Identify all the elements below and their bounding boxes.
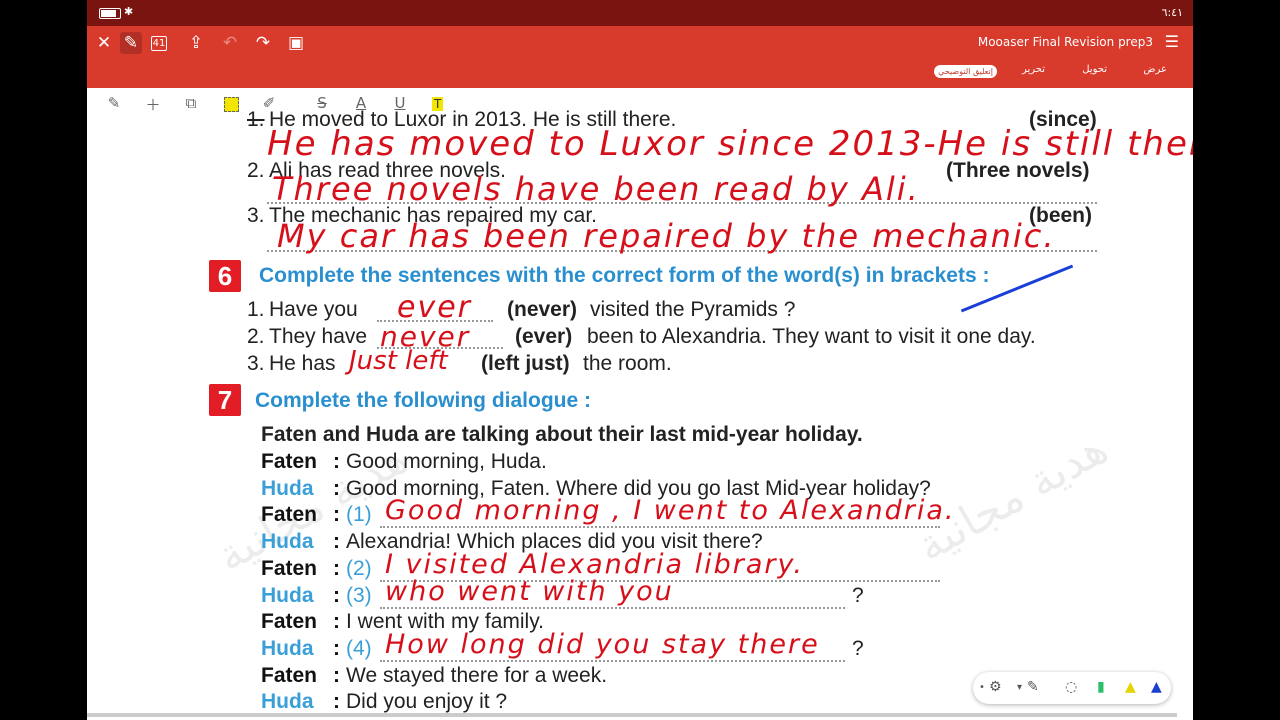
battery-icon [99, 8, 121, 19]
ex5-line3-answer: My car has been repaired by the mechanic… [277, 217, 1056, 255]
app-bar: ✕ ✎ 41 ⇪ ↶ ↷ ▣ Mooaser Final Revision pr… [87, 26, 1193, 88]
tab-view[interactable]: عرض [1143, 64, 1167, 75]
s6-item2-num: 2. [247, 325, 265, 348]
dialogue-text: We stayed there for a week. [346, 664, 608, 687]
s6-item1-bracket: (never) [507, 298, 578, 321]
dialogue-text: Good morning, Huda. [346, 450, 547, 473]
lasso-icon[interactable]: ◌ [1065, 679, 1077, 695]
dialogue-speaker: Faten [261, 450, 318, 473]
section-6-number: 6 [209, 260, 241, 292]
dialogue-handwritten-answer: How long did you stay there [385, 629, 820, 660]
dialogue-speaker: Huda [261, 637, 314, 660]
s6-item2-bracket: (ever) [515, 325, 573, 348]
settings-icon[interactable]: ⚙ [989, 679, 1002, 695]
dialogue-question-mark: ? [852, 637, 864, 660]
dialogue-handwritten-answer: who went with you [385, 576, 674, 607]
dialogue-colon: : [333, 557, 340, 580]
dialogue-colon: : [333, 503, 340, 526]
s6-item3-post: the room. [583, 352, 672, 375]
ex5-line3-num: 3. [247, 204, 265, 227]
dialogue-colon: : [333, 664, 340, 687]
s6-item3-num: 3. [247, 352, 265, 375]
dialogue-speaker: Faten [261, 664, 318, 687]
ex5-line2-bracket: (Three novels) [946, 159, 1090, 182]
yellow-marker-icon[interactable]: ▲ [1125, 679, 1136, 695]
dialogue-blank-number: (4) [346, 637, 372, 660]
dialogue-colon: : [333, 610, 340, 633]
dialogue-speaker: Faten [261, 557, 318, 580]
dialogue-blank-number: (2) [346, 557, 372, 580]
shapes-icon[interactable]: ⧉ [180, 94, 202, 112]
green-marker-icon[interactable]: ▮ [1097, 679, 1105, 695]
ex5-line2-num: 2. [247, 159, 265, 182]
clock: ٦:٤١ [1161, 6, 1183, 19]
pen-mode-icon[interactable]: ✎ [120, 32, 142, 54]
s6-item3-bracket: (left just) [481, 352, 570, 375]
ex5-line1-num: 1. [247, 108, 265, 131]
horizontal-scrollbar[interactable] [87, 713, 1177, 717]
page-indicator[interactable]: 41 [151, 36, 167, 51]
document-title: Mooaser Final Revision prep3 [977, 35, 1153, 49]
area-highlight-icon[interactable] [224, 97, 239, 112]
chevron-left-icon[interactable]: • [979, 682, 985, 693]
close-icon[interactable]: ✕ [93, 32, 115, 54]
dialogue-colon: : [333, 530, 340, 553]
blue-pen-icon[interactable]: ▲ [1151, 679, 1162, 695]
dialogue-intro: Faten and Huda are talking about their l… [261, 423, 863, 446]
tablet-screen: ✱ ٦:٤١ ✕ ✎ 41 ⇪ ↶ ↷ ▣ Mooaser Final Revi… [87, 0, 1193, 720]
dialogue-speaker: Huda [261, 477, 314, 500]
s6-item1-pre: Have you [269, 298, 358, 321]
dialogue-text: Did you enjoy it ? [346, 690, 508, 713]
dialogue-colon: : [333, 690, 340, 713]
s6-item3-answer: Just left [349, 346, 448, 376]
tab-convert[interactable]: تحويل [1082, 64, 1107, 75]
section-7-title: Complete the following dialogue : [255, 389, 591, 412]
dialogue-colon: : [333, 450, 340, 473]
s6-item3-pre: He has [269, 352, 336, 375]
bluetooth-icon: ✱ [124, 5, 134, 18]
ex5-line1-answer: He has moved to Luxor since 2013-He is s… [267, 124, 1193, 164]
dialogue-handwritten-answer: Good morning , I went to Alexandria. [385, 495, 956, 526]
dialogue-speaker: Faten [261, 610, 318, 633]
s6-item2-post: been to Alexandria. They want to visit i… [587, 325, 1036, 348]
pen-icon[interactable]: ✎ [1027, 679, 1039, 695]
s6-item1-num: 1. [247, 298, 265, 321]
dialogue-blank-number: (1) [346, 503, 372, 526]
dialogue-speaker: Faten [261, 503, 318, 526]
add-icon[interactable]: ＋ [142, 94, 164, 115]
section-7-number: 7 [209, 384, 241, 416]
menu-icon[interactable]: ☰ [1165, 32, 1179, 51]
dialogue-question-mark: ? [852, 584, 864, 607]
redo-icon[interactable]: ↷ [252, 32, 274, 54]
answer-line [380, 526, 940, 528]
section-6-title: Complete the sentences with the correct … [259, 264, 990, 287]
ex5-line2-answer: Three novels have been read by Ali. [272, 170, 920, 208]
answer-line [380, 607, 845, 609]
tab-annotate[interactable]: إتعليق التوضيحي [934, 65, 997, 78]
dialogue-speaker: Huda [261, 584, 314, 607]
dialogue-speaker: Huda [261, 530, 314, 553]
floating-pen-toolbar: • ⚙ ▾ ✎ ◌ ▮ ▲ ▲ [973, 672, 1171, 704]
answer-line [380, 660, 845, 662]
status-bar: ✱ ٦:٤١ [87, 0, 1193, 26]
share-icon[interactable]: ⇪ [185, 32, 207, 54]
document-page[interactable]: هدية مجانية هدية مجانية 1. He moved to L… [87, 108, 1193, 720]
save-icon[interactable]: ▣ [285, 32, 307, 54]
tab-edit[interactable]: تحرير [1022, 64, 1045, 75]
pen-settings-icon[interactable]: ✎ [103, 94, 125, 112]
undo-icon[interactable]: ↶ [219, 32, 241, 54]
dialogue-blank-number: (3) [346, 584, 372, 607]
dialogue-colon: : [333, 477, 340, 500]
s6-item1-post: visited the Pyramids ? [590, 298, 796, 321]
chevron-down-icon[interactable]: ▾ [1017, 682, 1022, 693]
dialogue-colon: : [333, 584, 340, 607]
dialogue-colon: : [333, 637, 340, 660]
dialogue-speaker: Huda [261, 690, 314, 713]
